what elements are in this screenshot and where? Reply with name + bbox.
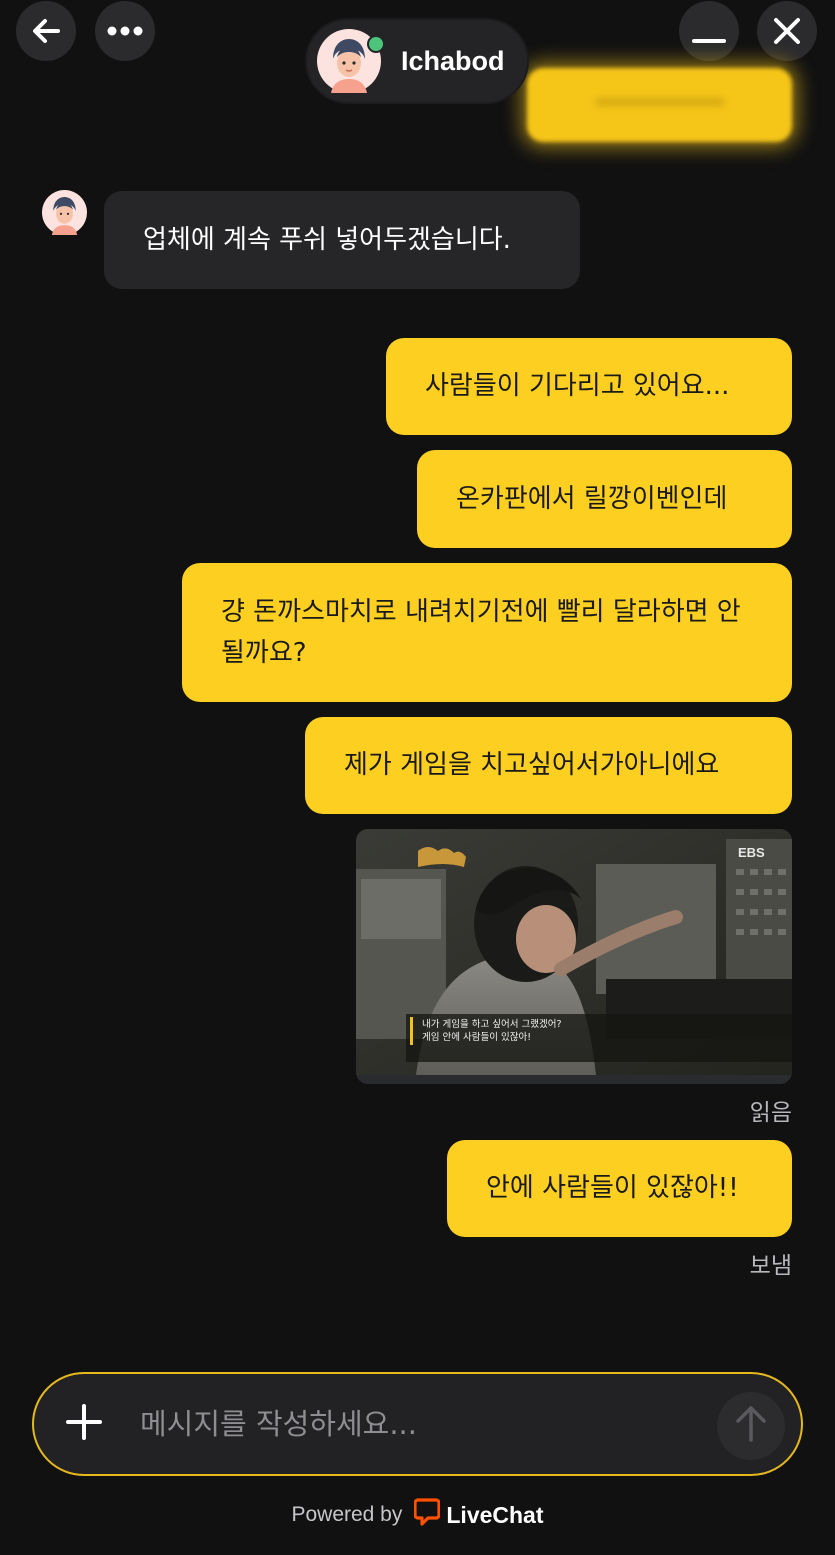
agent-avatar (317, 29, 385, 93)
agent-header[interactable]: Ichabod (305, 18, 529, 104)
message-text: 안에 사람들이 있잖아!! (486, 1173, 739, 1203)
back-button[interactable] (16, 1, 76, 61)
send-button[interactable] (717, 1392, 785, 1460)
visitor-message: 안에 사람들이 있잖아!! (447, 1140, 792, 1237)
image-caption-line1: 내가 게임을 하고 싶어서 그랬겠어? (422, 1018, 561, 1030)
online-status-dot (367, 35, 385, 53)
message-text: 걍 돈까스마치로 내려치기전에 빨리 달라하면 안될까요? (221, 596, 741, 668)
message-text: 업체에 계속 푸쉬 넣어두겠습니다. (143, 224, 511, 255)
more-horizontal-icon (105, 25, 145, 37)
image-caption-line2: 게임 안에 사람들이 있잖아! (422, 1031, 531, 1043)
image-attachment[interactable]: 내가 게임을 하고 싶어서 그랬겠어? 게임 안에 사람들이 있잖아! EBS (356, 829, 792, 1084)
visitor-message: 걍 돈까스마치로 내려치기전에 빨리 달라하면 안될까요? (182, 563, 792, 702)
add-attachment-button[interactable] (64, 1404, 104, 1444)
minimize-button[interactable] (679, 1, 739, 61)
agent-name: Ichabod (401, 45, 505, 76)
message-text: 제가 게임을 치고싶어서가아니에요 (344, 750, 720, 780)
close-button[interactable] (757, 1, 817, 61)
sent-receipt: 보냄 (749, 1253, 792, 1279)
arrow-left-icon (28, 13, 64, 49)
more-options-button[interactable] (95, 1, 155, 61)
message-input[interactable] (140, 1407, 660, 1441)
read-receipt: 읽음 (749, 1100, 792, 1126)
plus-icon (65, 1403, 103, 1445)
message-composer (32, 1372, 803, 1476)
ebs-logo: EBS (738, 845, 765, 860)
livechat-brand: LiveChat (446, 1501, 544, 1528)
agent-message-avatar (42, 190, 87, 235)
message-text: 사람들이 기다리고 있어요... (425, 371, 730, 401)
arrow-up-icon (734, 1405, 768, 1447)
powered-by-footer[interactable]: Powered by LiveChat (0, 1498, 835, 1532)
livechat-logo-icon (413, 1498, 441, 1532)
visitor-message: 온카판에서 릴깡이벤인데 (417, 450, 792, 548)
close-icon (770, 14, 804, 48)
minimize-icon (691, 13, 727, 49)
agent-message: 업체에 계속 푸쉬 넣어두겠습니다. (104, 191, 580, 289)
visitor-message: 제가 게임을 치고싶어서가아니에요 (305, 717, 792, 814)
blurred-notification (527, 68, 792, 142)
visitor-message: 사람들이 기다리고 있어요... (386, 338, 792, 435)
powered-by-label: Powered by (291, 1503, 403, 1526)
message-text: 온카판에서 릴깡이벤인데 (456, 483, 728, 514)
